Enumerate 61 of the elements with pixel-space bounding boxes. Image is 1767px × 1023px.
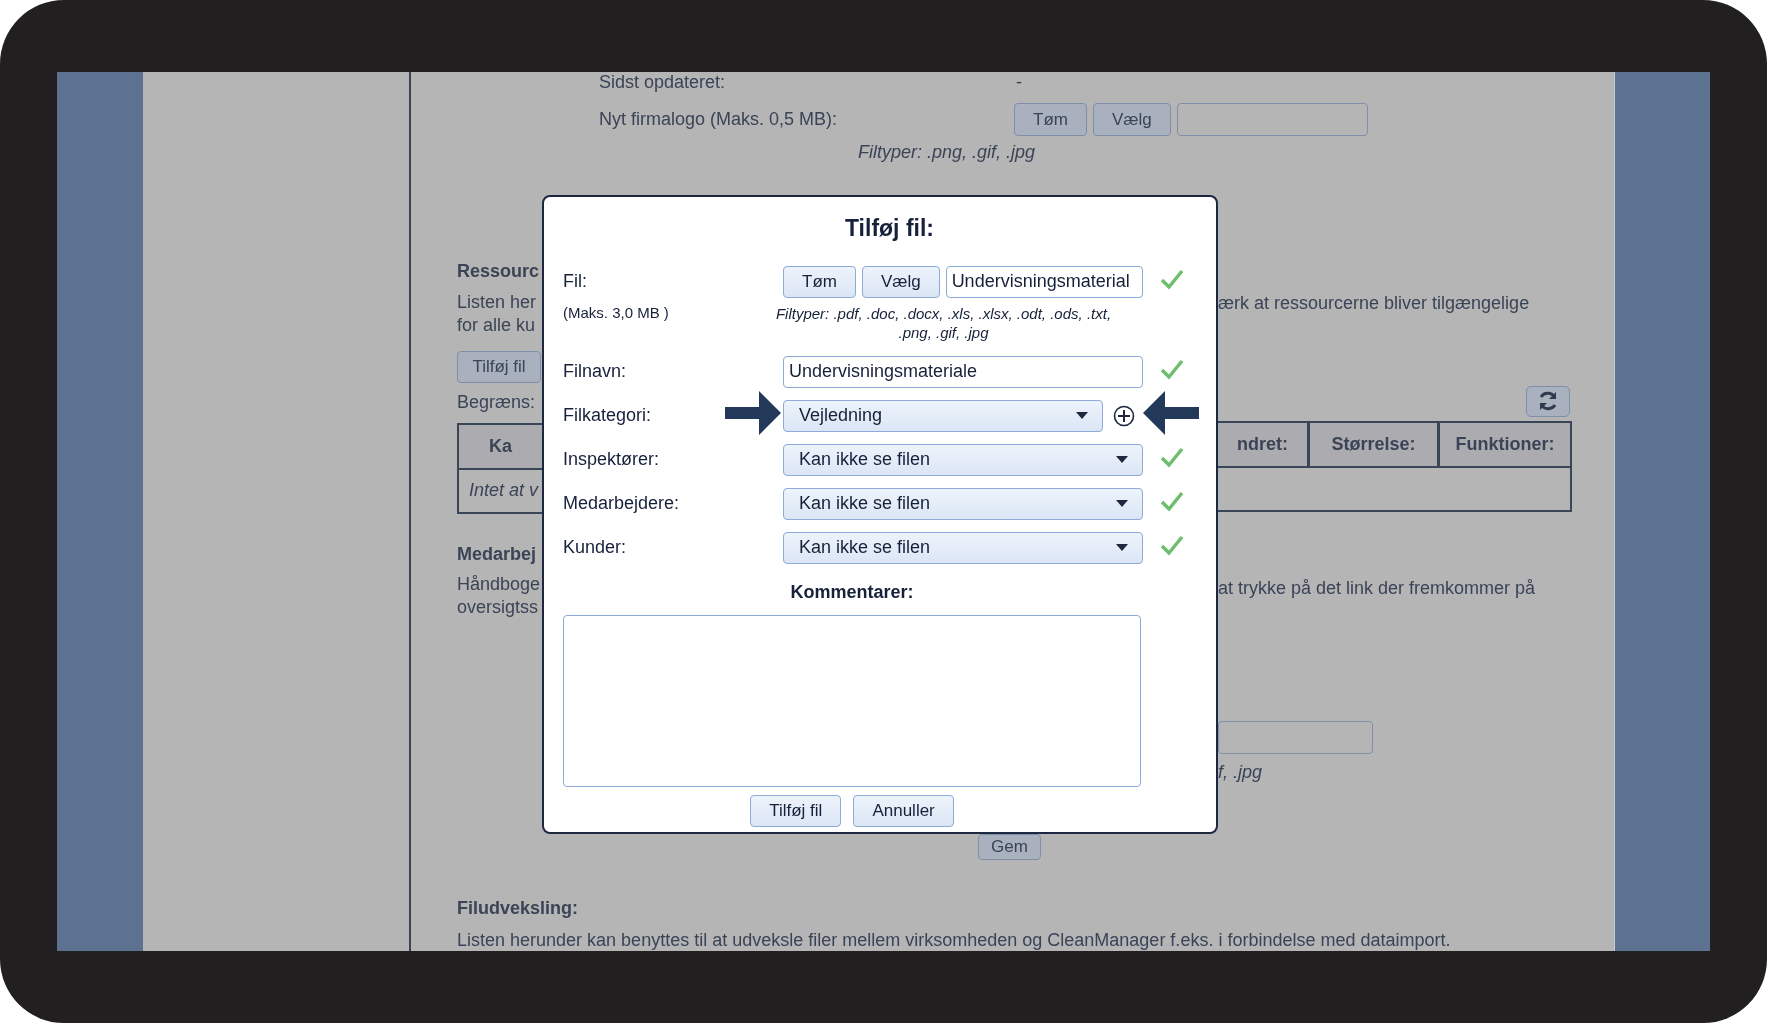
caret-icon (1116, 544, 1128, 552)
caret-icon (1116, 500, 1128, 508)
field-label: Filkategori: (563, 405, 653, 427)
table-header: Størrelse: (1308, 420, 1438, 468)
dropdown[interactable]: Kan ikke se filen (783, 443, 1143, 476)
save-button[interactable]: Gem (978, 834, 1041, 860)
caret-icon (1116, 456, 1128, 464)
arrow-icon (1143, 390, 1199, 435)
filter-label: Begræns: (457, 391, 537, 413)
field-label: Fil: (563, 271, 588, 293)
checkmark-icon (1160, 358, 1184, 381)
file-button[interactable]: Tøm (783, 265, 856, 298)
checkmark-icon (1160, 268, 1184, 291)
comments-label: Kommentarer: (790, 581, 914, 602)
table-header: ndret: (1218, 420, 1308, 468)
description-text: at trykke på det link der fremkommer på (1218, 577, 1537, 599)
text-field[interactable]: Undervisningsmateriale (783, 355, 1143, 388)
file-input[interactable]: Undervisningsmaterial (945, 265, 1143, 298)
add-icon[interactable] (1113, 404, 1135, 427)
filetypes-note: Filtyper: .png, .gif, .jpg (857, 142, 1036, 162)
description-text: Listen her (457, 290, 538, 314)
description-text: ærk at ressourcerne bliver tilgængelige (1218, 292, 1531, 314)
file-button[interactable]: Vælg (1092, 103, 1171, 136)
checkmark-icon (1160, 446, 1184, 469)
dropdown[interactable]: Vejledning (783, 399, 1103, 432)
field-label: Medarbejdere: (563, 493, 681, 515)
section-heading: Filudveksling: (457, 898, 580, 919)
file-input[interactable] (1176, 103, 1368, 136)
file-button[interactable]: Vælg (861, 265, 940, 298)
field-label: Kunder: (563, 537, 628, 559)
dropdown[interactable]: Kan ikke se filen (783, 531, 1143, 564)
refresh-icon (1537, 390, 1559, 413)
table-header: Ka (457, 422, 542, 470)
refresh-button[interactable] (1526, 385, 1570, 417)
filetypes-note: Filtyper: .pdf, .doc, .docx, .xls, .xlsx, .odt, .ods, .txt, .png, .gif, .jpg (774, 303, 1113, 342)
caret-icon (1076, 412, 1088, 420)
description-text: Listen herunder kan benyttes til at udveksle filer mellem virksomheden og CleanManager f.eks. i forbindelse med dataimport. (457, 930, 1452, 951)
dialog-button[interactable]: Annuller (853, 794, 954, 827)
arrow-icon (725, 390, 781, 435)
description-text: for alle ku (457, 313, 537, 337)
size-note: (Maks. 3,0 MB ) (563, 303, 670, 321)
dropdown[interactable]: Kan ikke se filen (783, 487, 1143, 520)
dialog-button[interactable]: Tilføj fil (750, 794, 842, 827)
description-text: Håndboge (457, 572, 542, 596)
field-label: Filnavn: (563, 361, 628, 383)
field-value: - (1015, 72, 1023, 93)
description-text: oversigtss (457, 595, 540, 619)
dialog-title: Tilføj fil: (844, 214, 935, 242)
section-heading: Ressourc (457, 260, 541, 282)
add-file-button[interactable]: Tilføj fil (457, 350, 541, 383)
table-header: Funktioner: (1438, 420, 1572, 468)
filetypes-note: f, .jpg (1218, 761, 1264, 783)
file-button[interactable]: Tøm (1014, 103, 1087, 136)
file-input[interactable] (1218, 720, 1373, 754)
field-label: Sidst opdateret: (599, 72, 727, 93)
checkmark-icon (1160, 534, 1184, 557)
section-heading: Medarbej (457, 543, 538, 565)
comments-field[interactable] (563, 614, 1141, 787)
checkmark-icon (1160, 490, 1184, 513)
field-label: Nyt firmalogo (Maks. 0,5 MB): (599, 109, 839, 131)
field-label: Inspektører: (563, 449, 661, 471)
